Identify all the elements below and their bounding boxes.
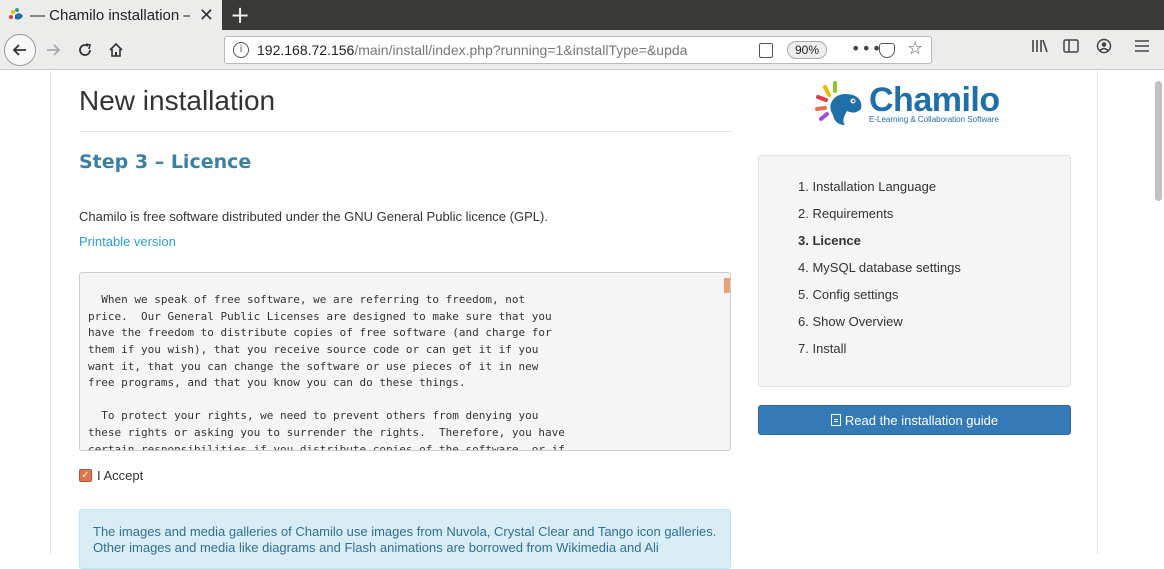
- logo-tagline: E-Learning & Collaboration Software: [869, 115, 999, 124]
- address-bar[interactable]: i 192.168.72.156/main/install/index.php?…: [224, 36, 932, 64]
- installation-steps-list: 1. Installation Language 2. Requirements 3…: [798, 178, 961, 367]
- step-item-4: 4. MySQL database settings: [798, 260, 961, 275]
- sidebar-toggle-icon[interactable]: [1063, 38, 1079, 57]
- installation-steps-panel: 1. Installation Language 2. Requirements 3…: [758, 155, 1071, 387]
- page-actions-icon[interactable]: •••: [851, 39, 882, 58]
- menu-hamburger-icon[interactable]: [1134, 38, 1150, 57]
- read-installation-guide-button[interactable]: Read the installation guide: [758, 405, 1071, 435]
- page-title: New installation: [79, 85, 276, 116]
- chamilo-chameleon-icon: [815, 81, 862, 125]
- step-item-3: 3. Licence: [798, 233, 861, 248]
- licence-text: software and other kinds of works. When …: [88, 293, 565, 451]
- licence-scrollbar-thumb[interactable]: [724, 278, 730, 293]
- url-text[interactable]: 192.168.72.156/main/install/index.php?ru…: [257, 42, 747, 58]
- step-item-2: 2. Requirements: [798, 206, 894, 221]
- licence-textarea[interactable]: software and other kinds of works. When …: [79, 272, 731, 451]
- reload-icon: [79, 43, 91, 56]
- credits-info-alert: The images and media galleries of Chamil…: [79, 509, 731, 569]
- forward-button[interactable]: [38, 35, 68, 65]
- step-item-6: 6. Show Overview: [798, 314, 903, 329]
- back-button[interactable]: [4, 34, 36, 66]
- accept-label[interactable]: I Accept: [97, 468, 143, 483]
- back-arrow-icon: [12, 44, 26, 56]
- step-item-1: 1. Installation Language: [798, 179, 937, 194]
- reload-button[interactable]: [70, 35, 100, 65]
- tab-bar: — Chamilo installation — ✕ +: [0, 0, 1164, 30]
- accept-licence-row[interactable]: ✓ I Accept: [79, 468, 143, 483]
- chamilo-logo: Chamilo E-Learning & Collaboration Softw…: [815, 81, 1015, 131]
- url-path: /main/install/index.php?running=1&instal…: [354, 42, 688, 58]
- bookmark-star-icon[interactable]: ☆: [907, 38, 923, 59]
- home-icon: [109, 42, 123, 57]
- home-button[interactable]: [101, 35, 131, 65]
- page-scrollbar[interactable]: [1155, 81, 1162, 201]
- document-icon: [830, 414, 841, 426]
- new-tab-button[interactable]: +: [230, 1, 250, 29]
- web-page: New installation Step 3 – Licence Chamil…: [0, 71, 1164, 569]
- zoom-level-badge[interactable]: 90%: [787, 41, 827, 59]
- account-icon[interactable]: [1096, 38, 1112, 58]
- guide-button-label: Read the installation guide: [844, 412, 999, 428]
- printable-version-link[interactable]: Printable version: [79, 234, 176, 249]
- library-icon[interactable]: [1031, 38, 1049, 58]
- licence-intro-text: Chamilo is free software distributed und…: [79, 209, 548, 224]
- title-divider: [79, 131, 731, 132]
- tab-title: — Chamilo installation —: [30, 6, 190, 24]
- tab-close-icon[interactable]: ✕: [199, 5, 214, 26]
- forward-arrow-icon: [47, 44, 61, 56]
- accept-checkbox[interactable]: ✓: [79, 469, 92, 482]
- reader-view-icon[interactable]: [759, 43, 773, 58]
- url-host: 192.168.72.156: [257, 42, 355, 58]
- step-item-5: 5. Config settings: [798, 287, 899, 302]
- chamilo-favicon-icon: [9, 8, 23, 20]
- page-container: New installation Step 3 – Licence Chamil…: [50, 71, 1098, 569]
- step-title: Step 3 – Licence: [79, 151, 252, 173]
- site-info-icon[interactable]: i: [233, 42, 249, 58]
- step-item-7: 7. Install: [798, 341, 847, 356]
- browser-tab[interactable]: — Chamilo installation — ✕: [0, 0, 222, 30]
- pocket-icon[interactable]: [879, 43, 895, 58]
- navigation-toolbar: i 192.168.72.156/main/install/index.php?…: [0, 30, 1164, 70]
